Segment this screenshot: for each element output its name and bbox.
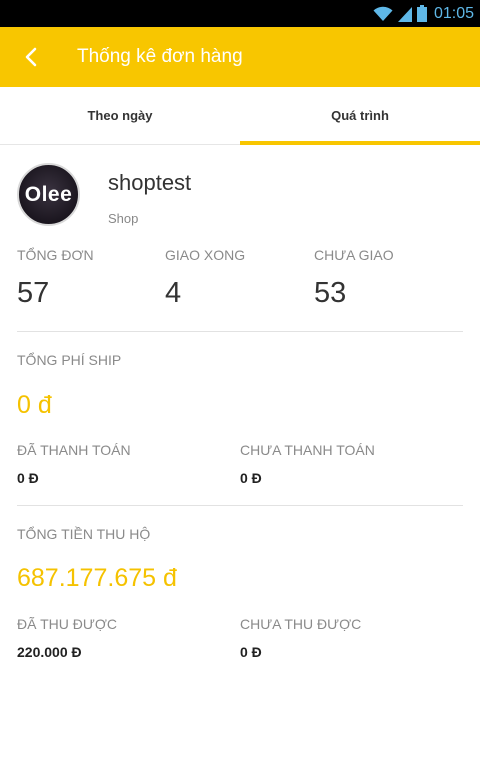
total-orders-label: TỔNG ĐƠN <box>17 247 94 263</box>
signal-icon <box>397 6 412 22</box>
status-time: 01:05 <box>433 4 474 22</box>
tab-by-day[interactable]: Theo ngày <box>0 87 240 144</box>
battery-icon <box>416 5 427 22</box>
cod-total-value: 687.177.675 đ <box>17 564 177 592</box>
tab-bar: Theo ngày Quá trình <box>0 87 480 145</box>
tab-process[interactable]: Quá trình <box>240 87 480 145</box>
ship-unpaid-label: CHƯA THANH TOÁN <box>240 442 375 458</box>
cod-collected-value: 220.000 Đ <box>17 644 82 660</box>
cod-uncollected-label: CHƯA THU ĐƯỢC <box>240 616 362 632</box>
ship-paid-value: 0 Đ <box>17 470 39 486</box>
undelivered-label: CHƯA GIAO <box>314 247 394 263</box>
status-bar: 01:05 <box>0 0 480 27</box>
ship-fee-label: TỔNG PHÍ SHIP <box>17 352 122 368</box>
divider <box>17 505 463 506</box>
ship-unpaid-value: 0 Đ <box>240 470 262 486</box>
total-orders-value: 57 <box>17 277 50 309</box>
delivered-value: 4 <box>165 277 182 309</box>
shop-avatar: Olee <box>17 163 80 226</box>
divider <box>17 331 463 332</box>
back-arrow-icon <box>25 47 37 67</box>
shop-name: shoptest <box>108 170 192 195</box>
ship-fee-value: 0 đ <box>17 391 52 419</box>
ship-paid-label: ĐÃ THANH TOÁN <box>17 442 131 458</box>
cod-uncollected-value: 0 Đ <box>240 644 262 660</box>
page-title: Thống kê đơn hàng <box>77 46 243 67</box>
shop-role: Shop <box>108 211 139 226</box>
avatar-logo-text: Olee <box>24 182 73 206</box>
cod-collected-label: ĐÃ THU ĐƯỢC <box>17 616 117 632</box>
cod-total-label: TỔNG TIỀN THU HỘ <box>17 526 151 542</box>
delivered-label: GIAO XONG <box>165 247 246 263</box>
undelivered-value: 53 <box>314 277 347 309</box>
wifi-icon <box>373 6 393 21</box>
app-bar: Thống kê đơn hàng <box>0 27 480 87</box>
back-button[interactable] <box>0 27 62 87</box>
